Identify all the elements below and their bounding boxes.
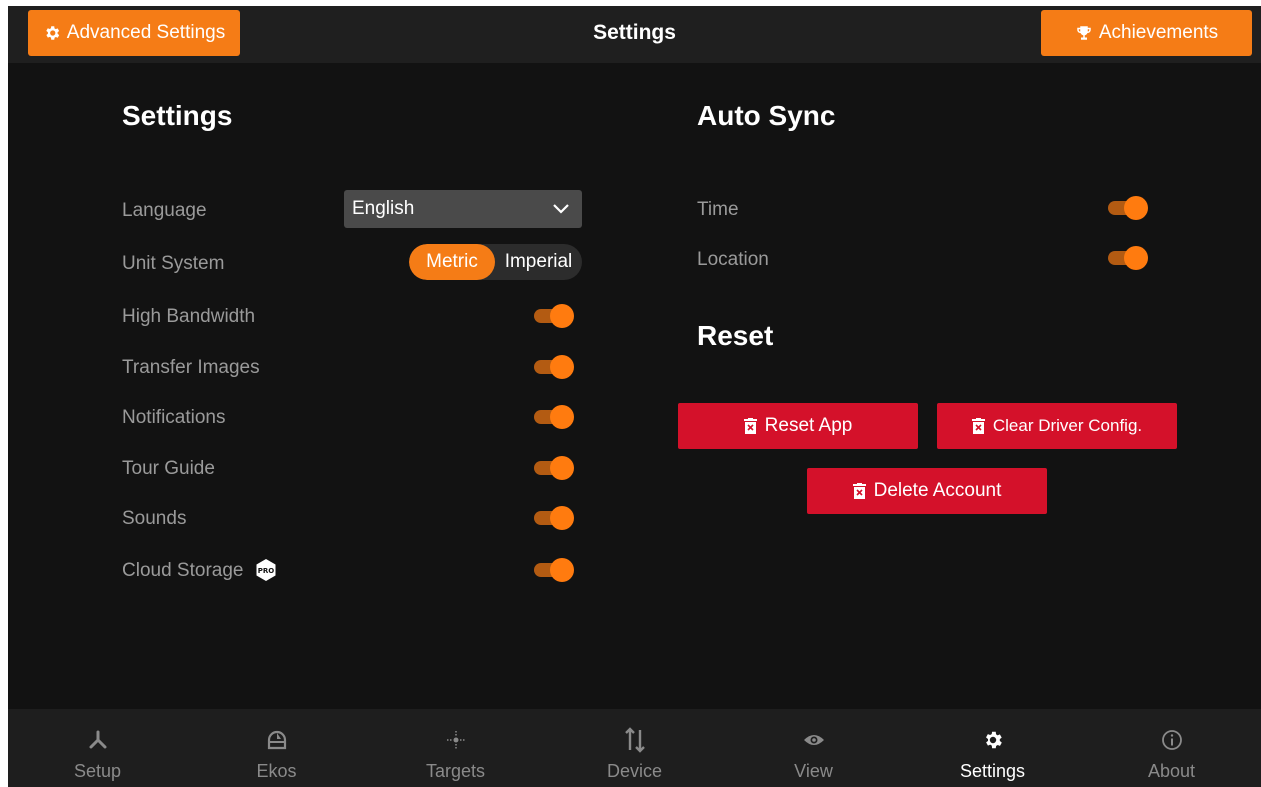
nav-label-about: About (1147, 761, 1196, 781)
time-sync-label: Time (697, 199, 739, 220)
notifications-toggle[interactable] (534, 404, 574, 430)
unit-system-segmented-control: Metric Imperial (409, 244, 582, 280)
tour-guide-label: Tour Guide (122, 458, 215, 479)
language-select[interactable]: English (344, 190, 582, 228)
setup-icon (89, 730, 106, 749)
language-value: English (352, 198, 415, 219)
nav-item-settings[interactable]: Settings (903, 709, 1082, 787)
chevron-down-icon (553, 204, 569, 214)
reset-app-label: Reset App (764, 415, 853, 436)
notifications-label: Notifications (122, 407, 226, 428)
delete-account-button[interactable]: Delete Account (807, 468, 1047, 514)
nav-label-view: View (794, 761, 833, 781)
reset-app-button[interactable]: Reset App (678, 403, 918, 449)
nav-label-setup: Setup (73, 761, 122, 781)
unit-option-imperial[interactable]: Imperial (495, 244, 582, 280)
targets-icon (446, 731, 465, 749)
pro-badge-icon: PRO (256, 559, 276, 581)
location-sync-label: Location (697, 249, 769, 270)
ekos-dome-icon (267, 730, 286, 750)
sounds-label: Sounds (122, 508, 187, 529)
clear-driver-config-label: Clear Driver Config. (992, 416, 1143, 435)
delete-account-label: Delete Account (873, 480, 1002, 501)
app-frame: Advanced Settings Settings Achievements … (8, 6, 1261, 787)
nav-item-ekos[interactable]: Ekos (187, 709, 366, 787)
info-icon (1161, 730, 1182, 750)
transfer-images-toggle[interactable] (534, 354, 574, 380)
clear-driver-config-button[interactable]: Clear Driver Config. (937, 403, 1177, 449)
trophy-icon (1077, 26, 1091, 40)
nav-label-device: Device (606, 761, 663, 781)
transfer-images-label: Transfer Images (122, 357, 260, 378)
device-arrows-icon (624, 727, 645, 753)
bottom-navigation: Setup Ekos Targets Device View Settings … (8, 709, 1261, 787)
eye-icon (803, 735, 824, 745)
nav-item-view[interactable]: View (724, 709, 903, 787)
reset-section-title: Reset (697, 320, 774, 351)
cloud-storage-toggle[interactable] (534, 557, 574, 583)
achievements-button[interactable]: Achievements (1041, 10, 1252, 56)
high-bandwidth-toggle[interactable] (534, 303, 574, 329)
trash-icon (743, 418, 757, 434)
pro-badge-text: PRO (258, 567, 275, 575)
language-label: Language (122, 200, 207, 221)
gear-icon (985, 731, 1002, 749)
nav-label-ekos: Ekos (256, 761, 297, 781)
nav-item-setup[interactable]: Setup (8, 709, 187, 787)
trash-icon (971, 418, 985, 434)
auto-sync-section-title: Auto Sync (697, 100, 836, 131)
settings-section-title: Settings (122, 100, 233, 131)
location-sync-toggle[interactable] (1108, 245, 1148, 271)
nav-label-settings: Settings (959, 761, 1026, 781)
sounds-toggle[interactable] (534, 505, 574, 531)
time-sync-toggle[interactable] (1108, 195, 1148, 221)
cloud-storage-label: Cloud Storage (122, 560, 244, 581)
top-bar: Advanced Settings Settings Achievements (8, 6, 1261, 63)
high-bandwidth-label: High Bandwidth (122, 306, 256, 327)
nav-label-targets: Targets (425, 761, 486, 781)
nav-item-about[interactable]: About (1082, 709, 1261, 787)
nav-item-device[interactable]: Device (545, 709, 724, 787)
unit-system-label: Unit System (122, 253, 225, 274)
trash-icon (852, 483, 866, 499)
tour-guide-toggle[interactable] (534, 455, 574, 481)
nav-item-targets[interactable]: Targets (366, 709, 545, 787)
achievements-label: Achievements (1098, 22, 1219, 43)
unit-option-metric[interactable]: Metric (409, 244, 495, 280)
